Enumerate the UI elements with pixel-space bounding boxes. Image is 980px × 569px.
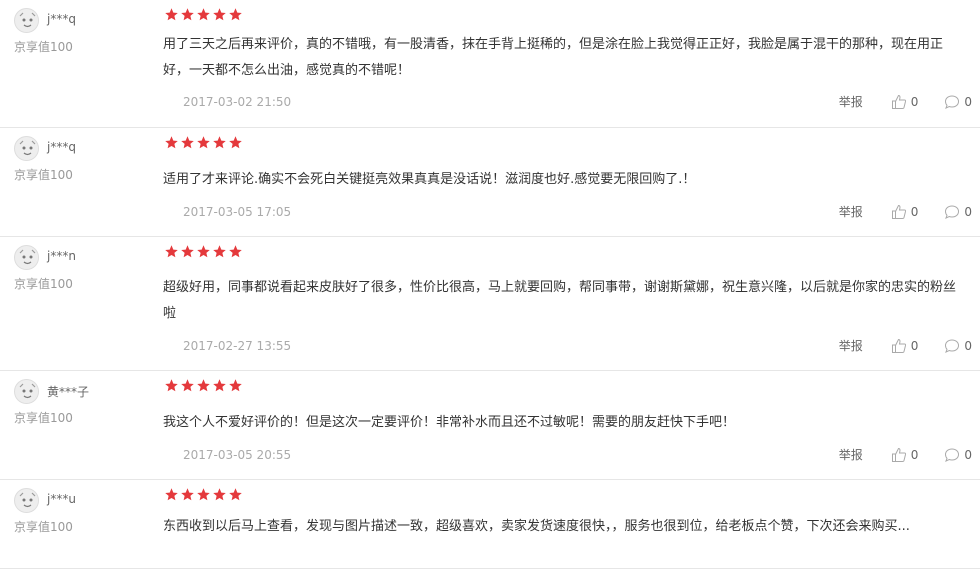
review-text: 东西收到以后马上查看，发现与图片描述一致，超级喜欢，卖家发货速度很快，，服务也很…	[163, 519, 910, 534]
review-actions: 举报 0 0	[839, 337, 972, 354]
star-icon	[197, 379, 210, 392]
star-rating	[164, 7, 243, 23]
thumbs-up-icon	[891, 447, 906, 462]
like-button[interactable]: 0	[891, 94, 919, 110]
reviewer-level: 京享值100	[14, 411, 73, 425]
star-icon	[229, 8, 242, 21]
star-icon	[181, 488, 194, 501]
comment-bubble-icon	[945, 204, 960, 219]
default-avatar-icon	[14, 8, 39, 33]
star-icon	[165, 379, 178, 392]
comment-button[interactable]: 0	[944, 338, 972, 354]
like-button[interactable]: 0	[891, 204, 919, 220]
reviewer-level: 京享值100	[14, 168, 73, 182]
like-button[interactable]: 0	[891, 338, 919, 354]
comment-button[interactable]: 0	[944, 204, 972, 220]
like-button[interactable]: 0	[891, 447, 919, 463]
reviewer-name: j***n	[47, 249, 76, 263]
review-text: 我这个人不爱好评价的！但是这次一定要评价！非常补水而且还不过敏呢！需要的朋友赶快…	[163, 415, 736, 430]
comment-button[interactable]: 0	[944, 447, 972, 463]
star-icon	[165, 245, 178, 258]
like-count: 0	[910, 94, 919, 109]
review-item: 黄***子 京享值100 我这个人不爱好评价的！但是这次一定要评价！非常补水而且…	[0, 371, 980, 480]
reviewer-level: 京享值100	[14, 40, 73, 54]
star-icon	[181, 8, 194, 21]
star-icon	[181, 379, 194, 392]
star-icon	[197, 136, 210, 149]
comment-bubble-icon	[945, 447, 960, 462]
star-rating	[164, 487, 243, 503]
star-icon	[229, 245, 242, 258]
reviewer-name: 黄***子	[47, 385, 90, 399]
reviewer-name: j***q	[47, 140, 76, 154]
comment-bubble-icon	[945, 338, 960, 353]
star-icon	[197, 245, 210, 258]
review-actions: 举报 0 0	[839, 93, 972, 110]
default-avatar-icon	[14, 488, 39, 513]
report-button[interactable]: 举报	[839, 337, 863, 354]
star-icon	[165, 488, 178, 501]
thumbs-up-icon	[891, 204, 906, 219]
review-text: 适用了才来评论.确实不会死白关键挺亮效果真真是没话说！滋润度也好.感觉要无限回购…	[163, 172, 696, 187]
default-avatar-icon	[14, 379, 39, 404]
default-avatar-icon	[14, 136, 39, 161]
star-icon	[213, 245, 226, 258]
star-icon	[181, 136, 194, 149]
star-icon	[213, 488, 226, 501]
review-date: 2017-03-02 21:50	[183, 95, 292, 109]
comment-count: 0	[964, 338, 972, 353]
star-rating	[164, 244, 243, 260]
comment-button[interactable]: 0	[944, 94, 972, 110]
star-icon	[229, 488, 242, 501]
star-icon	[181, 245, 194, 258]
star-icon	[229, 136, 242, 149]
review-item: j***u 京享值100 东西收到以后马上查看，发现与图片描述一致，超级喜欢，卖…	[0, 480, 980, 569]
review-text: 超级好用，同事都说看起来皮肤好了很多，性价比很高，马上就要回购，帮同事带，谢谢斯…	[163, 280, 957, 321]
like-count: 0	[910, 204, 919, 219]
comment-count: 0	[964, 204, 972, 219]
reviewer-level: 京享值100	[14, 520, 73, 534]
report-button[interactable]: 举报	[839, 446, 863, 463]
star-icon	[197, 488, 210, 501]
star-icon	[165, 136, 178, 149]
star-icon	[197, 8, 210, 21]
star-icon	[213, 8, 226, 21]
thumbs-up-icon	[891, 338, 906, 353]
review-actions: 举报 0 0	[839, 203, 972, 220]
reviewer-name: j***u	[47, 492, 76, 506]
reviewer-level: 京享值100	[14, 277, 73, 291]
star-rating	[164, 378, 243, 394]
star-icon	[213, 379, 226, 392]
star-icon	[213, 136, 226, 149]
reviewer-name: j***q	[47, 12, 76, 26]
star-rating	[164, 135, 243, 151]
report-button[interactable]: 举报	[839, 203, 863, 220]
review-item: j***q 京享值100 适用了才来评论.确实不会死白关键挺亮效果真真是没话说！…	[0, 128, 980, 237]
star-icon	[165, 8, 178, 21]
star-icon	[229, 379, 242, 392]
comment-bubble-icon	[945, 94, 960, 109]
report-button[interactable]: 举报	[839, 93, 863, 110]
review-item: j***n 京享值100 超级好用，同事都说看起来皮肤好了很多，性价比很高，马上…	[0, 237, 980, 371]
like-count: 0	[910, 447, 919, 462]
default-avatar-icon	[14, 245, 39, 270]
review-date: 2017-03-05 17:05	[183, 205, 292, 219]
review-date: 2017-03-05 20:55	[183, 448, 292, 462]
thumbs-up-icon	[891, 94, 906, 109]
comment-count: 0	[964, 94, 972, 109]
review-actions: 举报 0 0	[839, 446, 972, 463]
like-count: 0	[910, 338, 919, 353]
review-text: 用了三天之后再来评价，真的不错哦，有一股清香，抹在手背上挺稀的，但是涂在脸上我觉…	[163, 37, 944, 78]
review-item: j***q 京享值100 用了三天之后再来评价，真的不错哦，有一股清香，抹在手背…	[0, 0, 980, 128]
review-date: 2017-02-27 13:55	[183, 339, 292, 353]
comment-count: 0	[964, 447, 972, 462]
